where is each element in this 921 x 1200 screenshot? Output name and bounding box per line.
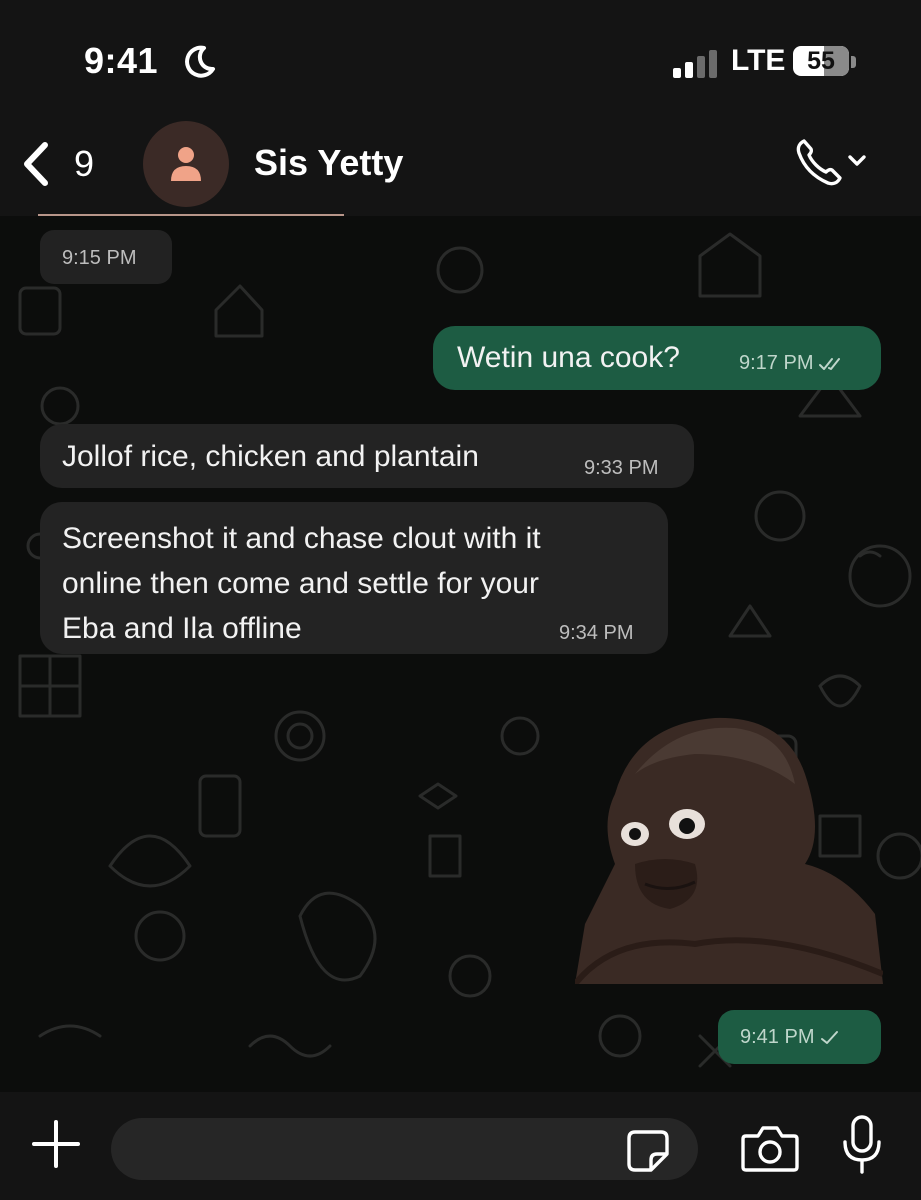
message-time: 9:41 PM [740,1026,815,1048]
message-time: 9:34 PM [559,622,634,644]
sticker-image[interactable] [575,714,883,984]
message-text: Screenshot it and chase clout with it on… [62,516,541,651]
message-bubble-incoming[interactable]: Jollof rice, chicken and plantain 9:33 P… [40,424,694,488]
message-bubble-incoming[interactable]: Screenshot it and chase clout with it on… [40,502,668,654]
message-text: Jollof rice, chicken and plantain [62,440,479,473]
double-check-icon [819,357,841,370]
message-time: 9:17 PM [739,352,814,374]
plus-icon[interactable] [30,1118,82,1170]
mic-icon[interactable] [840,1114,884,1176]
single-check-icon [821,1030,839,1044]
message-line: Screenshot it and chase clout with it [62,522,541,555]
chat-header: 9 Sis Yetty [0,118,921,216]
avatar[interactable] [143,121,229,207]
time-chip: 9:15 PM [40,230,172,284]
moon-icon [185,45,215,78]
chat-area[interactable]: 9:15 PM Wetin una cook? 9:17 PM Jollof r… [0,216,921,1092]
input-bar [0,1092,921,1200]
message-meta: 9:17 PM [739,352,845,375]
message-time: 9:33 PM [584,457,659,479]
back-chevron-icon [24,142,48,186]
message-line: Eba and Ila offline [62,612,302,645]
time-chip-label: 9:15 PM [62,247,137,269]
sticker-icon[interactable] [625,1128,671,1174]
battery-cap [851,56,856,68]
network-type: LTE [731,44,786,77]
back-button[interactable]: 9 [18,136,118,192]
phone-icon [796,139,842,186]
contact-name[interactable]: Sis Yetty [254,142,403,184]
chevron-down-icon [848,155,866,166]
person-icon [171,147,201,181]
message-bubble-outgoing[interactable]: Wetin una cook? 9:17 PM [433,326,881,390]
status-time: 9:41 [84,40,159,81]
unread-count: 9 [74,143,95,184]
camera-icon[interactable] [740,1122,800,1174]
message-line: online then come and settle for your [62,567,539,600]
message-bubble-outgoing[interactable]: 9:41 PM [718,1010,881,1064]
message-input[interactable] [111,1118,698,1180]
message-text: Wetin una cook? [457,341,680,374]
message-meta: 9:41 PM [740,1026,840,1049]
call-button[interactable] [790,133,880,193]
signal-icon [673,50,717,78]
battery-indicator: 55 [793,46,849,76]
battery-level: 55 [807,47,835,75]
status-bar: 9:41 LTE 55 [0,0,921,118]
